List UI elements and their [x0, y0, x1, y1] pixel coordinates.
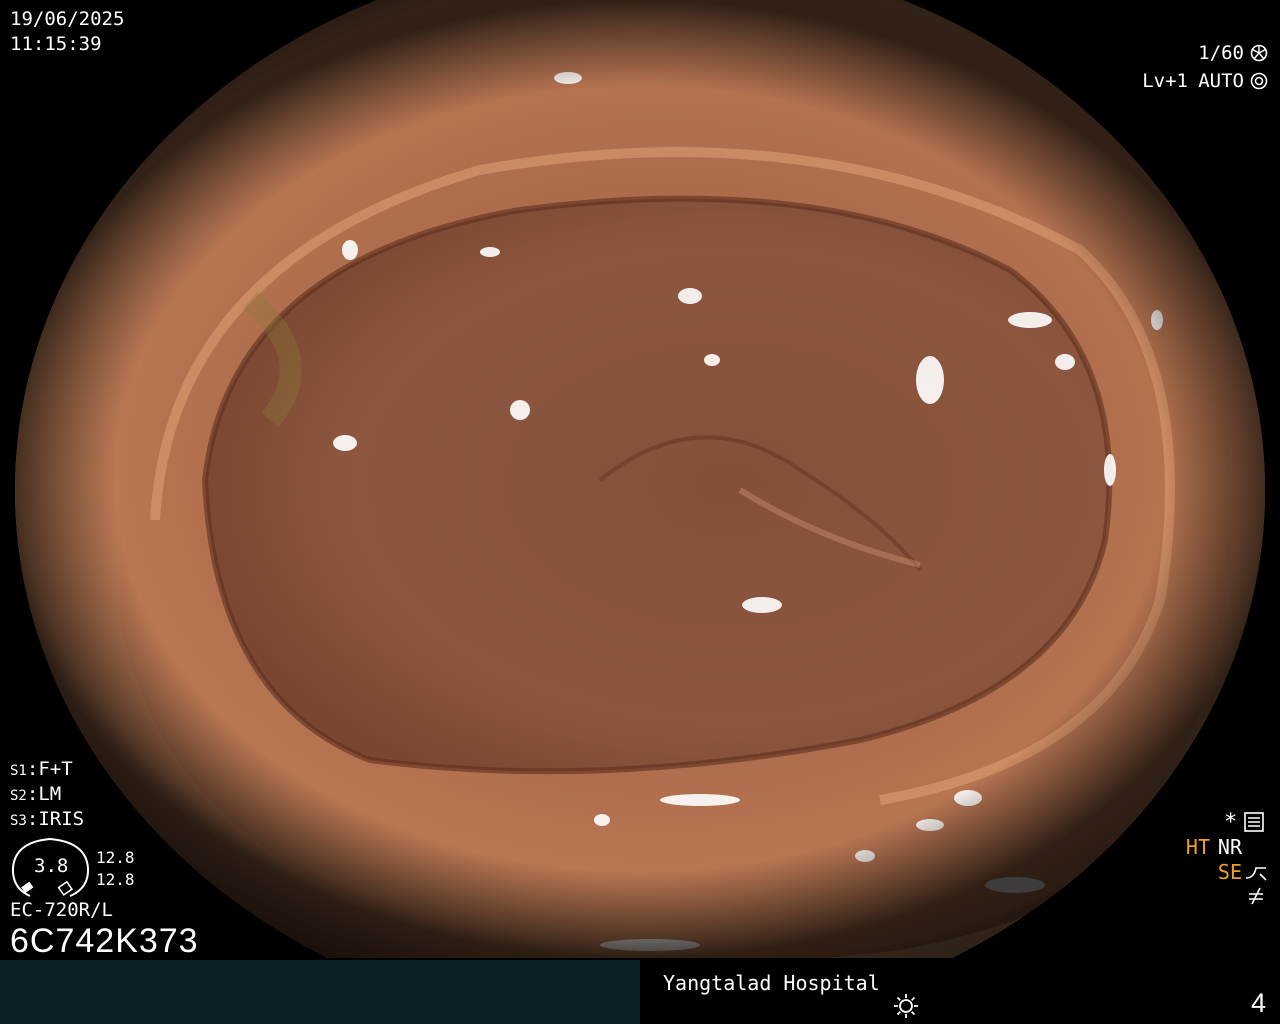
setting-s3-key: S3 — [10, 813, 27, 829]
iris-mode-readout: AUTO — [1198, 70, 1244, 92]
not-equal-icon — [1249, 887, 1263, 905]
setting-s1: S1:F+T — [10, 758, 73, 780]
setting-s1-key: S1 — [10, 763, 27, 779]
date-readout: 19/06/2025 — [10, 8, 125, 30]
page-number: 4 — [1250, 988, 1266, 1018]
footer-left-panel — [0, 960, 640, 1024]
enhance-level-readout: Lv+1 — [1142, 70, 1188, 92]
iris-icon — [1250, 72, 1268, 90]
ht-mode: HT — [1185, 835, 1210, 859]
sun-icon — [894, 994, 918, 1018]
scope-serial: 6C742K373 — [10, 922, 199, 958]
se-mode: SE — [1217, 860, 1242, 884]
setting-s3: S3:IRIS — [10, 808, 85, 830]
endoscope-frame: 19/06/2025 11:15:39 1/60 Lv+1 AUTO S1:F+… — [0, 0, 1280, 958]
setting-s1-value: F+T — [38, 758, 73, 780]
asterisk-indicator: * — [1224, 810, 1238, 835]
menu-icon — [1244, 812, 1264, 832]
nr-mode: NR — [1217, 835, 1242, 859]
scope-model: EC-720R/L — [10, 899, 113, 921]
setting-s2-value: LM — [38, 783, 62, 805]
hospital-name: Yangtalad Hospital — [663, 971, 880, 995]
colon-image — [15, 0, 1265, 958]
se-curve-icon — [1245, 867, 1267, 881]
time-readout: 11:15:39 — [10, 33, 102, 55]
gauge-lower-value: 12.8 — [96, 870, 135, 889]
gauge-upper-value: 12.8 — [96, 848, 135, 867]
shutter-readout: 1/60 — [1198, 42, 1244, 64]
gauge-value: 3.8 — [34, 855, 69, 877]
setting-s2-key: S2 — [10, 788, 27, 804]
shutter-icon — [1250, 44, 1268, 62]
setting-s3-value: IRIS — [38, 808, 85, 830]
setting-s2: S2:LM — [10, 783, 62, 805]
